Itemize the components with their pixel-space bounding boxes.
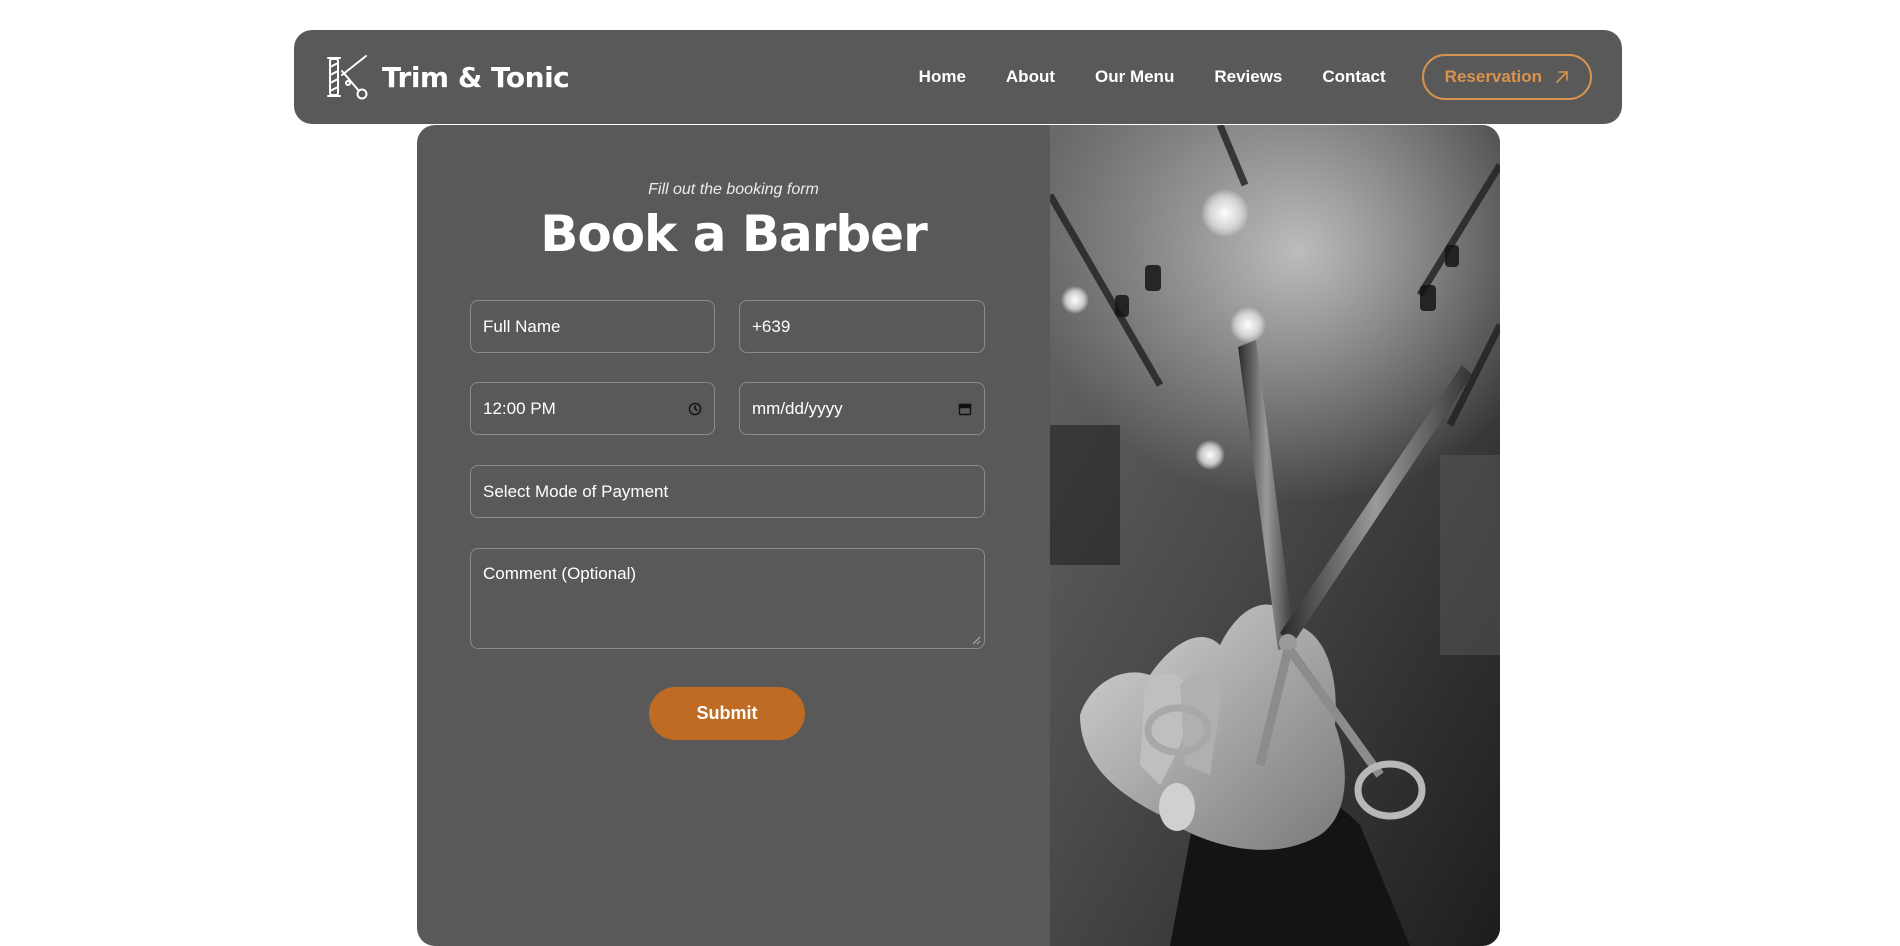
payment-placeholder: Select Mode of Payment [483,481,669,501]
nav-home[interactable]: Home [919,67,966,87]
form-title: Book a Barber [540,205,928,263]
barber-pole-scissors-icon [327,55,368,100]
clock-icon[interactable] [688,402,702,416]
comment-textarea[interactable]: Comment (Optional) [470,548,985,649]
main-nav: Home About Our Menu Reviews Contact [919,67,1386,87]
resize-handle-icon[interactable] [972,636,981,645]
form-subtitle: Fill out the booking form [648,181,819,198]
time-value: 12:00 PM [483,398,556,418]
time-input[interactable]: 12:00 PM [470,382,715,435]
brand-link[interactable]: Trim & Tonic [326,53,570,101]
full-name-placeholder: Full Name [483,316,561,336]
payment-select[interactable]: Select Mode of Payment [470,465,985,518]
submit-button[interactable]: Submit [649,687,805,740]
phone-placeholder: +639 [752,316,791,336]
comment-placeholder: Comment (Optional) [483,564,637,583]
nav-about[interactable]: About [1006,67,1055,87]
booking-card: Fill out the booking form Book a Barber … [417,125,1500,946]
site-header: Trim & Tonic Home About Our Menu Reviews… [294,30,1622,124]
brand-name: Trim & Tonic [382,60,570,94]
barber-photo [1050,125,1500,946]
reservation-label: Reservation [1444,67,1542,86]
calendar-icon[interactable] [958,402,972,416]
nav-reviews[interactable]: Reviews [1214,67,1282,87]
booking-form: Fill out the booking form Book a Barber … [417,125,1050,946]
full-name-input[interactable]: Full Name [470,300,715,353]
arrow-up-right-icon [1556,71,1568,83]
nav-contact[interactable]: Contact [1322,67,1385,87]
date-placeholder: mm/dd/yyyy [752,398,843,418]
date-input[interactable]: mm/dd/yyyy [739,382,985,435]
reservation-button[interactable]: Reservation [1421,54,1592,100]
phone-input[interactable]: +639 [739,300,985,353]
nav-our-menu[interactable]: Our Menu [1095,67,1174,87]
scissors-hand-illustration [1050,125,1500,946]
